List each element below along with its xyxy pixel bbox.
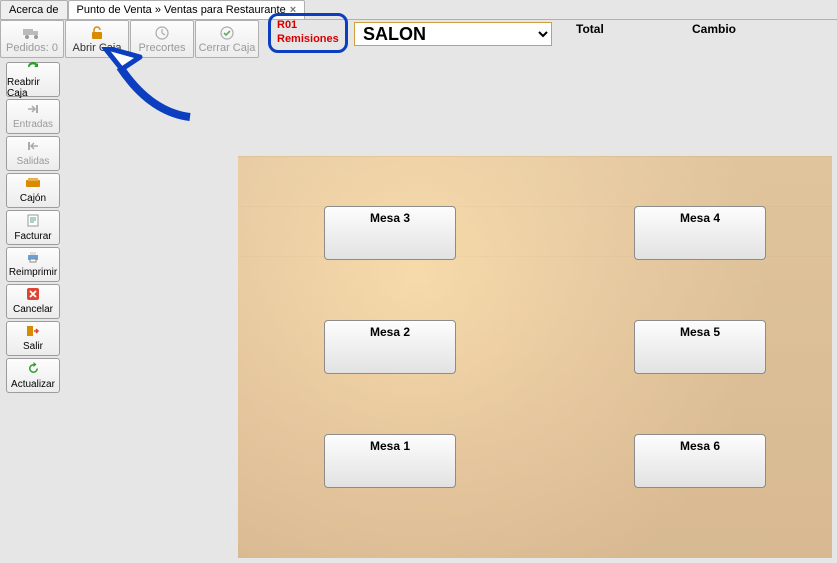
- printer-icon: [26, 251, 40, 266]
- facturar-label: Facturar: [14, 231, 51, 242]
- mesa-2-button[interactable]: Mesa 2: [324, 320, 456, 374]
- tab-about-label: Acerca de: [9, 4, 59, 16]
- mesa-5-button[interactable]: Mesa 5: [634, 320, 766, 374]
- mesa-1-label: Mesa 1: [370, 439, 410, 453]
- in-icon: [26, 103, 40, 118]
- clock-icon: [155, 25, 169, 41]
- out-icon: [26, 140, 40, 155]
- exit-icon: [26, 325, 40, 340]
- pedidos-button: Pedidos: 0: [0, 20, 64, 58]
- reimprimir-button[interactable]: Reimprimir: [6, 247, 60, 282]
- cerrar-label: Cerrar Caja: [199, 42, 256, 54]
- refresh-icon: [26, 61, 40, 76]
- salidas-label: Salidas: [17, 156, 50, 167]
- salidas-button: Salidas: [6, 136, 60, 171]
- mesa-3-button[interactable]: Mesa 3: [324, 206, 456, 260]
- tab-about[interactable]: Acerca de: [0, 0, 68, 19]
- tab-ventas-label: Punto de Venta » Ventas para Restaurante: [77, 4, 286, 16]
- remisiones-label: Remisiones: [277, 32, 339, 46]
- salir-button[interactable]: Salir: [6, 321, 60, 356]
- entradas-label: Entradas: [13, 119, 53, 130]
- truck-icon: [23, 25, 41, 41]
- actualizar-button[interactable]: Actualizar: [6, 358, 60, 393]
- remisiones-code: R01: [277, 18, 339, 32]
- abrir-caja-button[interactable]: Abrir Caja: [65, 20, 129, 58]
- cancelar-label: Cancelar: [13, 304, 53, 315]
- precortes-button: Precortes: [130, 20, 194, 58]
- reload-icon: [27, 362, 40, 378]
- entradas-button: Entradas: [6, 99, 60, 134]
- salon-select[interactable]: SALON: [354, 22, 552, 46]
- mesa-3-label: Mesa 3: [370, 211, 410, 225]
- facturar-button[interactable]: Facturar: [6, 210, 60, 245]
- pedidos-label: Pedidos: 0: [6, 42, 58, 54]
- reabrir-label: Reabrir Caja: [7, 77, 59, 99]
- tab-bar: Acerca de Punto de Venta » Ventas para R…: [0, 0, 837, 20]
- sidebar: Reabrir Caja Entradas Salidas Cajón Fact…: [6, 62, 60, 393]
- mesa-1-button[interactable]: Mesa 1: [324, 434, 456, 488]
- cambio-label: Cambio: [692, 22, 736, 36]
- remisiones-callout: R01 Remisiones: [268, 13, 348, 53]
- precortes-label: Precortes: [138, 42, 185, 54]
- salir-label: Salir: [23, 341, 43, 352]
- cerrar-caja-button: Cerrar Caja: [195, 20, 259, 58]
- mesa-4-label: Mesa 4: [680, 211, 720, 225]
- cancelar-button[interactable]: Cancelar: [6, 284, 60, 319]
- mesa-5-label: Mesa 5: [680, 325, 720, 339]
- total-label: Total: [576, 22, 604, 36]
- mesa-6-button[interactable]: Mesa 6: [634, 434, 766, 488]
- open-lock-icon: [89, 25, 105, 41]
- abrir-label: Abrir Caja: [73, 42, 122, 54]
- cajon-button[interactable]: Cajón: [6, 173, 60, 208]
- floor-plan: Mesa 3 Mesa 4 Mesa 2 Mesa 5 Mesa 1 Mesa …: [238, 156, 832, 558]
- mesa-4-button[interactable]: Mesa 4: [634, 206, 766, 260]
- cajon-label: Cajón: [20, 193, 46, 204]
- invoice-icon: [27, 214, 39, 230]
- mesa-2-label: Mesa 2: [370, 325, 410, 339]
- reabrir-caja-button[interactable]: Reabrir Caja: [6, 62, 60, 97]
- annotation-arrow: [90, 47, 210, 127]
- cancel-icon: [27, 288, 39, 303]
- reimprimir-label: Reimprimir: [9, 267, 57, 278]
- check-icon: [220, 25, 234, 41]
- drawer-icon: [25, 177, 41, 192]
- actualizar-label: Actualizar: [11, 379, 55, 390]
- mesa-6-label: Mesa 6: [680, 439, 720, 453]
